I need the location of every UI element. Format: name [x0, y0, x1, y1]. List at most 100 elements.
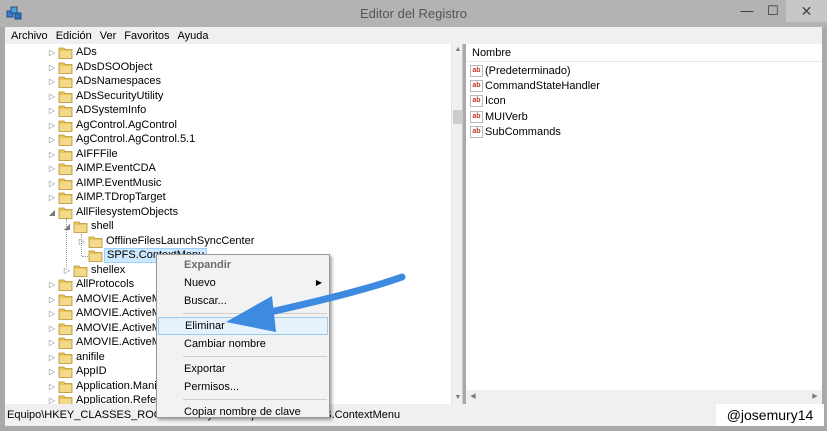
menu-favoritos[interactable]: Favoritos	[121, 30, 174, 42]
context-menu-label: Eliminar	[185, 320, 225, 332]
tree-node-label: OfflineFilesLaunchSyncCenter	[106, 234, 255, 247]
expand-arrow-icon[interactable]: ▷	[48, 48, 56, 57]
context-menu-label: Copiar nombre de clave	[184, 406, 301, 418]
tree-node-label: AgControl.AgControl.5.1	[76, 133, 196, 145]
expand-arrow-icon[interactable]: ▷	[63, 266, 71, 275]
context-menu-nuevo[interactable]: Nuevo ▶	[158, 274, 328, 292]
menu-ayuda[interactable]: Ayuda	[175, 30, 214, 42]
expand-arrow-icon[interactable]: ▷	[48, 164, 56, 173]
menu-ver[interactable]: Ver	[97, 30, 122, 42]
context-menu-permisos[interactable]: Permisos...	[158, 378, 328, 396]
context-menu-label: Buscar...	[184, 295, 227, 307]
tree-node-label: AppID	[76, 365, 107, 377]
folder-icon	[58, 352, 73, 364]
expand-arrow-icon[interactable]: ▷	[48, 382, 56, 391]
expand-arrow-icon[interactable]: ▷	[48, 353, 56, 362]
tree-node-allfilesystemobjects[interactable]: ◢ AllFilesystemObjects	[5, 205, 445, 220]
tree-node-ads[interactable]: ▷ ADs	[5, 45, 445, 60]
value-name: CommandStateHandler	[485, 80, 600, 93]
context-menu-cambiar-nombre[interactable]: Cambiar nombre	[158, 335, 328, 353]
title-bar[interactable]: Editor del Registro — ☐ ✕	[0, 0, 827, 27]
context-menu-exportar[interactable]: Exportar	[158, 360, 328, 378]
context-menu-copiar-nombre-de-clave[interactable]: Copiar nombre de clave	[158, 403, 328, 421]
folder-icon	[58, 76, 73, 88]
tree-node-aimp-tdroptarget[interactable]: ▷ AIMP.TDropTarget	[5, 190, 445, 205]
context-menu-label: Exportar	[184, 363, 226, 375]
context-menu: Expandir Nuevo ▶ Buscar... Eliminar Cambiar n…	[156, 254, 330, 418]
scroll-up-icon[interactable]: ▲	[452, 44, 462, 56]
folder-icon	[58, 149, 73, 161]
status-bar-path: Equipo\HKEY_CLASSES_ROOT\AllFilesystemOb…	[5, 404, 822, 426]
expand-arrow-icon[interactable]: ▷	[48, 193, 56, 202]
scroll-thumb[interactable]	[453, 110, 462, 124]
tree-guide-line	[81, 234, 82, 256]
expand-arrow-icon[interactable]: ▷	[48, 338, 56, 347]
context-menu-eliminar[interactable]: Eliminar	[158, 317, 328, 335]
expand-arrow-icon[interactable]: ▷	[48, 77, 56, 86]
values-pane[interactable]: Nombre ab (Predeterminado) ab CommandStateH…	[466, 44, 822, 404]
tree-node-adsnamespaces[interactable]: ▷ ADsNamespaces	[5, 74, 445, 89]
folder-icon	[58, 62, 73, 74]
tree-node-label: ADs	[76, 46, 97, 58]
tree-node-adsysteminfo[interactable]: ▷ ADSystemInfo	[5, 103, 445, 118]
tree-guide-line	[66, 219, 67, 267]
folder-icon	[58, 192, 73, 204]
expand-arrow-icon[interactable]: ▷	[48, 324, 56, 333]
expand-arrow-icon[interactable]: ▷	[78, 237, 86, 246]
tree-node-label: ADsSecurityUtility	[76, 89, 164, 102]
expand-arrow-icon[interactable]: ▷	[48, 396, 56, 404]
expand-arrow-icon[interactable]: ▷	[48, 280, 56, 289]
folder-icon	[88, 236, 103, 248]
expand-arrow-icon[interactable]: ▷	[48, 179, 56, 188]
string-value-icon: ab	[470, 80, 483, 93]
scroll-right-icon[interactable]: ▶	[808, 390, 822, 404]
column-header-nombre[interactable]: Nombre	[466, 44, 822, 62]
value-name: MUIVerb	[485, 110, 528, 123]
menu-edicion[interactable]: Edición	[53, 30, 97, 42]
expand-arrow-icon[interactable]: ▷	[48, 92, 56, 101]
value-name: Icon	[485, 95, 506, 108]
watermark: @josemury14	[716, 404, 824, 426]
tree-node-adssecurityutility[interactable]: ▷ ADsSecurityUtility	[5, 89, 445, 104]
expand-arrow-icon[interactable]: ▷	[48, 106, 56, 115]
context-menu-label: Cambiar nombre	[184, 338, 266, 350]
collapse-arrow-icon[interactable]: ◢	[48, 208, 56, 217]
tree-node-label: anifile	[76, 350, 105, 363]
expand-arrow-icon[interactable]: ▷	[48, 63, 56, 72]
maximize-button[interactable]: ☐	[760, 0, 786, 22]
scroll-down-icon[interactable]: ▼	[452, 392, 462, 404]
collapse-arrow-icon[interactable]: ◢	[63, 222, 71, 231]
tree-node-agcontrol-agcontrol[interactable]: ▷ AgControl.AgControl	[5, 118, 445, 133]
expand-arrow-icon[interactable]: ▷	[48, 367, 56, 376]
expand-arrow-icon[interactable]: ▷	[48, 309, 56, 318]
minimize-button[interactable]: —	[734, 0, 760, 22]
expand-arrow-icon[interactable]: ▷	[48, 150, 56, 159]
values-horizontal-scrollbar[interactable]: ◀ ▶	[466, 390, 822, 404]
tree-vertical-scrollbar[interactable]: ▲ ▼	[451, 44, 462, 404]
tree-node-label: AIMP.EventMusic	[76, 176, 162, 189]
menu-archivo[interactable]: Archivo	[8, 30, 53, 42]
scroll-left-icon[interactable]: ◀	[466, 390, 480, 404]
string-value-icon: ab	[470, 65, 483, 77]
folder-icon	[58, 91, 73, 103]
close-button[interactable]: ✕	[786, 0, 827, 22]
tree-node-label: AgControl.AgControl	[76, 118, 177, 131]
tree-node-agcontrol-agcontrol-5-1[interactable]: ▷ AgControl.AgControl.5.1	[5, 132, 445, 147]
tree-node-aimp-eventcda[interactable]: ▷ AIMP.EventCDA	[5, 161, 445, 176]
folder-icon	[58, 105, 73, 117]
folder-icon	[58, 381, 73, 393]
expand-arrow-icon[interactable]: ▷	[48, 135, 56, 144]
folder-icon	[73, 265, 88, 277]
expand-arrow-icon[interactable]: ▷	[48, 295, 56, 304]
expand-arrow-icon[interactable]: ▷	[48, 121, 56, 130]
tree-node-aimp-eventmusic[interactable]: ▷ AIMP.EventMusic	[5, 176, 445, 191]
tree-node-aifffile[interactable]: ▷ AIFFFile	[5, 147, 445, 162]
tree-node-adsdsoobject[interactable]: ▷ ADsDSOObject	[5, 60, 445, 75]
folder-icon	[58, 47, 73, 59]
context-menu-buscar[interactable]: Buscar...	[158, 292, 328, 310]
tree-node-shell[interactable]: ◢ shell	[5, 219, 445, 234]
context-menu-label: Expandir	[184, 259, 232, 271]
tree-node-offlinefileslaunchsynccenter[interactable]: ▷ OfflineFilesLaunchSyncCenter	[5, 234, 445, 249]
string-value-icon: ab	[470, 110, 483, 123]
tree-node-label: ADsDSOObject	[76, 60, 153, 73]
